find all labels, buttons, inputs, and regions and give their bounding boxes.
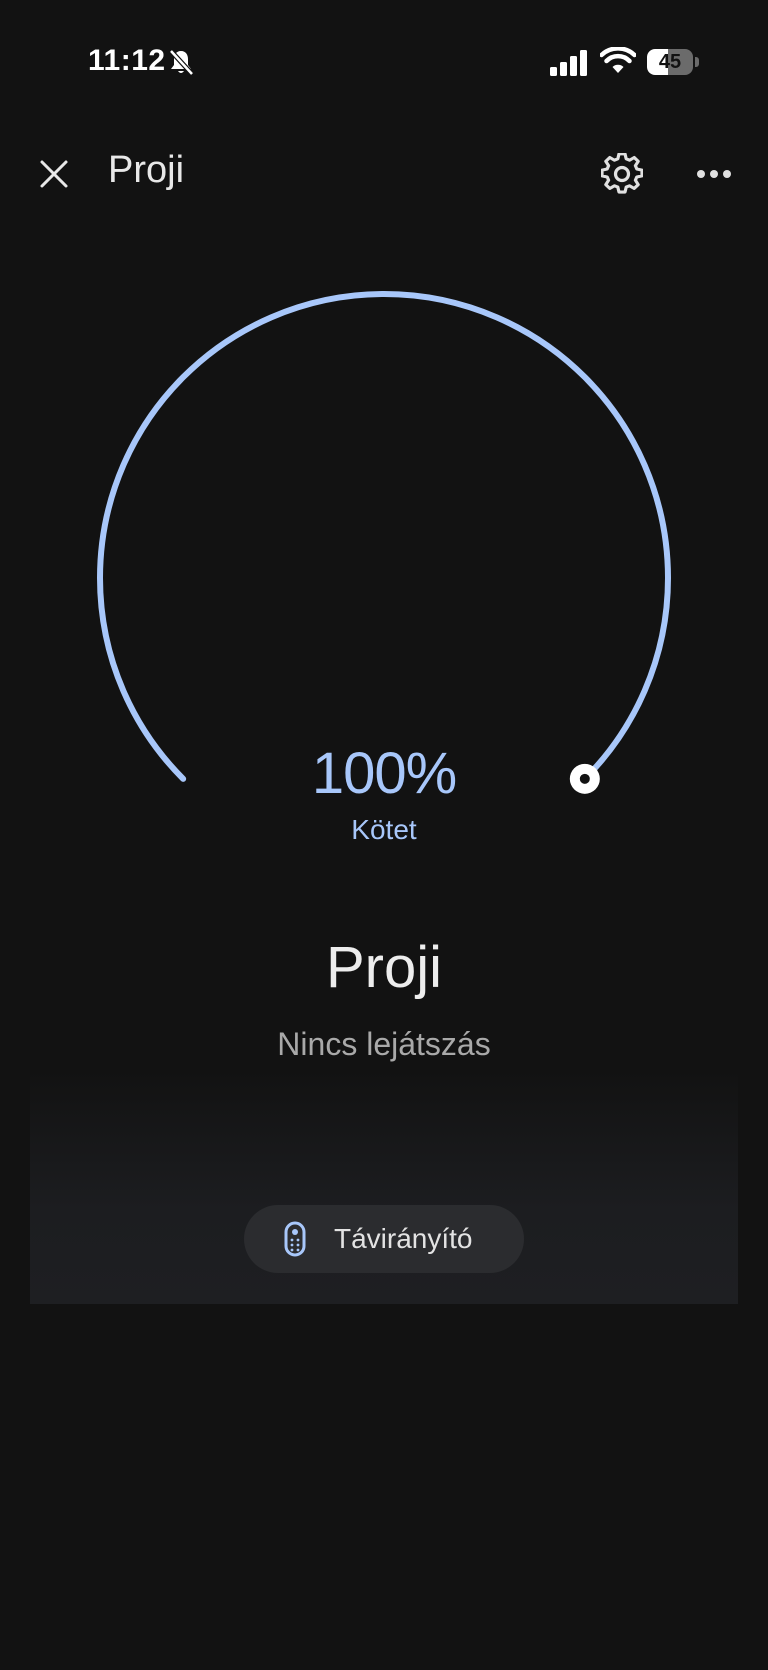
remote-control-button[interactable]: Távirányító <box>244 1205 524 1273</box>
remote-control-label: Távirányító <box>334 1223 473 1254</box>
volume-label: Kötet <box>351 814 417 845</box>
device-name: Proji <box>325 935 443 1000</box>
playback-status: Nincs lejátszás <box>277 1026 491 1062</box>
volume-arc <box>97 291 671 782</box>
volume-percentage: 100% <box>311 741 457 806</box>
remote-control-icon <box>284 1221 306 1257</box>
